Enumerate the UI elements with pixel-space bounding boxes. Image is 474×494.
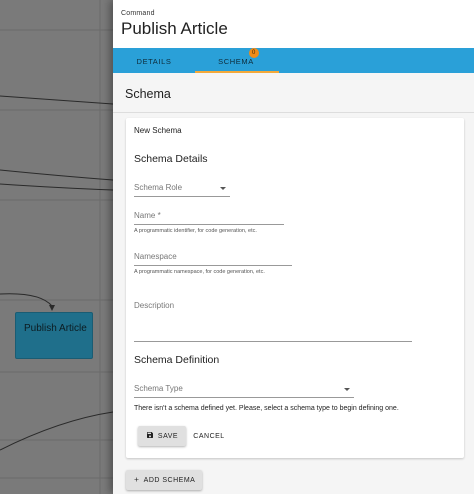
description-underline [134,341,412,342]
new-schema-label: New Schema [134,126,182,135]
save-button[interactable]: SAVE [138,426,186,446]
schema-type-label: Schema Type [134,384,183,393]
no-schema-info-text: There isn't a schema defined yet. Please… [134,405,399,412]
plus-icon [133,476,140,485]
tab-details[interactable]: DETAILS [113,48,195,73]
workflow-canvas[interactable]: Publish Article [0,0,113,494]
canvas-connections [0,0,113,494]
schema-count-badge: 0 [249,48,259,58]
section-divider [113,112,474,113]
schema-role-underline [134,196,230,197]
floppy-disk-icon [146,431,154,441]
schema-card: New Schema Schema Details Schema Role Na… [126,118,464,458]
schema-details-heading: Schema Details [134,153,208,165]
chevron-down-icon [220,187,226,190]
schema-role-label: Schema Role [134,183,183,192]
name-field[interactable]: Name * A programmatic identifier, for co… [134,211,284,234]
schema-type-select[interactable]: Schema Type [134,384,354,398]
tab-bar: DETAILS SCHEMA 0 [113,48,474,73]
chevron-down-icon [344,388,350,391]
namespace-underline [134,265,292,266]
workflow-node-publish-article[interactable]: Publish Article [15,312,93,359]
cancel-button[interactable]: CANCEL [192,426,226,446]
schema-type-underline [134,397,354,398]
name-underline [134,224,284,225]
drawer-header: Command Publish Article [113,0,474,48]
tab-schema-label: SCHEMA [218,57,254,66]
name-label: Name * [134,211,161,220]
add-schema-button[interactable]: ADD SCHEMA [126,470,202,490]
add-schema-label: ADD SCHEMA [143,476,196,484]
node-label: Publish Article [24,323,87,334]
description-field[interactable]: Description [134,301,412,342]
drawer-eyebrow: Command [121,10,155,17]
command-drawer: Command Publish Article DETAILS SCHEMA 0… [113,0,474,494]
drawer-title: Publish Article [121,19,228,38]
schema-definition-heading: Schema Definition [134,354,220,366]
active-tab-indicator [195,71,279,73]
section-title: Schema [125,87,171,101]
schema-role-select[interactable]: Schema Role [134,183,230,197]
tab-details-label: DETAILS [136,57,172,66]
namespace-label: Namespace [134,252,177,261]
namespace-field[interactable]: Namespace A programmatic namespace, for … [134,252,292,275]
save-label: SAVE [157,432,179,440]
description-label: Description [134,301,175,310]
cancel-label: CANCEL [193,432,225,440]
name-helper-text: A programmatic identifier, for code gene… [134,228,257,234]
namespace-helper-text: A programmatic namespace, for code gener… [134,269,265,275]
tab-schema[interactable]: SCHEMA 0 [195,48,277,73]
